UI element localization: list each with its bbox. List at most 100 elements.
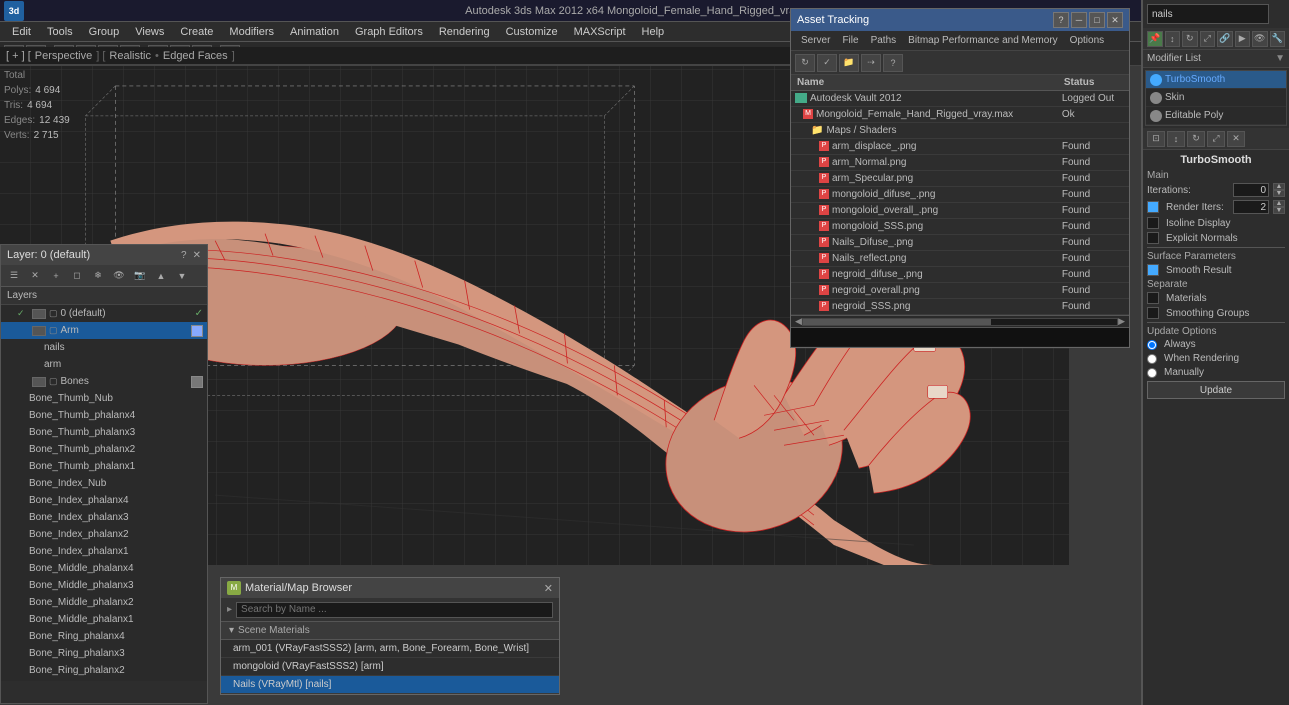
asset-row-arm-specular[interactable]: Parm_Specular.png Found — [791, 171, 1129, 187]
menu-modifiers[interactable]: Modifiers — [221, 24, 282, 40]
layer-item-bone-ring-p1[interactable]: Bone_Ring_phalanx1 — [1, 679, 207, 681]
material-browser-close[interactable]: ✕ — [544, 582, 553, 595]
asset-row-vault[interactable]: Autodesk Vault 2012 Logged Out — [791, 91, 1129, 107]
asset-maximize-button[interactable]: □ — [1089, 12, 1105, 28]
scroll-track[interactable] — [802, 318, 1118, 326]
asset-tb-refresh[interactable]: ↻ — [795, 54, 815, 72]
menu-graph-editors[interactable]: Graph Editors — [347, 24, 431, 40]
ts-iterations-down[interactable]: ▼ — [1273, 190, 1285, 197]
modifier-turbosmooth[interactable]: TurboSmooth — [1146, 71, 1286, 89]
layer-vis-bones[interactable] — [32, 377, 46, 387]
modifier-dropdown-arrow[interactable]: ▼ — [1275, 53, 1285, 64]
layer-item-bone-index-p4[interactable]: Bone_Index_phalanx4 — [1, 492, 207, 509]
asset-tb-check[interactable]: ✓ — [817, 54, 837, 72]
viewport-shading[interactable]: Realistic — [109, 50, 151, 62]
asset-row-negroid-overall[interactable]: Pnegroid_overall.png Found — [791, 283, 1129, 299]
layers-close-button[interactable]: ✕ — [193, 250, 201, 261]
layer-item-0-default[interactable]: ✓ ▢ 0 (default) ✓ — [1, 305, 207, 322]
menu-help[interactable]: Help — [634, 24, 673, 40]
layer-item-arm[interactable]: ▢ Arm — [1, 322, 207, 339]
asset-help-button[interactable]: ? — [1053, 12, 1069, 28]
layer-add-button[interactable]: + — [47, 268, 65, 284]
layer-item-bone-index-nub[interactable]: Bone_Index_Nub — [1, 475, 207, 492]
ts-render-iters-up[interactable]: ▲ — [1273, 200, 1285, 207]
asset-row-maps-folder[interactable]: 📁Maps / Shaders — [791, 123, 1129, 139]
material-item-mongoloid[interactable]: mongoloid (VRayFastSSS2) [arm] — [221, 658, 559, 676]
menu-rendering[interactable]: Rendering — [431, 24, 498, 40]
layers-list[interactable]: ✓ ▢ 0 (default) ✓ ▢ Arm nails arm ▢ — [1, 305, 207, 681]
right-icon-scale[interactable]: ⤢ — [1200, 31, 1216, 47]
mod-subtool-4[interactable]: ⤢ — [1207, 131, 1225, 147]
menu-maxscript[interactable]: MAXScript — [566, 24, 634, 40]
asset-row-max-file[interactable]: MMongoloid_Female_Hand_Rigged_vray.max O… — [791, 107, 1129, 123]
ts-explicit-checkbox[interactable] — [1147, 232, 1159, 244]
asset-row-mongoloid-sss[interactable]: Pmongoloid_SSS.png Found — [791, 219, 1129, 235]
layer-delete-button[interactable]: ✕ — [26, 268, 44, 284]
layer-item-bone-ring-p2[interactable]: Bone_Ring_phalanx2 — [1, 662, 207, 679]
layer-item-bone-thumb-p3[interactable]: Bone_Thumb_phalanx3 — [1, 424, 207, 441]
menu-tools[interactable]: Tools — [39, 24, 81, 40]
asset-menu-file[interactable]: File — [836, 33, 864, 48]
ts-isoline-checkbox[interactable] — [1147, 217, 1159, 229]
right-icon-display[interactable]: 👁 — [1252, 31, 1268, 47]
asset-path-input[interactable] — [791, 328, 1129, 346]
layer-item-bone-thumb-p2[interactable]: Bone_Thumb_phalanx2 — [1, 441, 207, 458]
modifier-editable-poly[interactable]: Editable Poly — [1146, 107, 1286, 125]
right-icon-pin[interactable]: 📌 — [1147, 31, 1163, 47]
layer-item-bone-ring-p3[interactable]: Bone_Ring_phalanx3 — [1, 645, 207, 662]
mod-subtool-3[interactable]: ↻ — [1187, 131, 1205, 147]
asset-close-button[interactable]: ✕ — [1107, 12, 1123, 28]
material-search-input[interactable] — [236, 602, 553, 618]
layer-freeze-button[interactable]: ❄ — [89, 268, 107, 284]
right-icon-utility[interactable]: 🔧 — [1270, 31, 1286, 47]
layers-help-button[interactable]: ? — [181, 250, 187, 261]
col-name[interactable]: Name — [791, 75, 1058, 91]
layer-item-bone-ring-p4[interactable]: Bone_Ring_phalanx4 — [1, 628, 207, 645]
ts-iterations-up[interactable]: ▲ — [1273, 183, 1285, 190]
ts-smooth-result-checkbox[interactable] — [1147, 264, 1159, 276]
layer-vis-arm[interactable] — [32, 326, 46, 336]
layer-item-bone-middle-p4[interactable]: Bone_Middle_phalanx4 — [1, 560, 207, 577]
material-item-nails[interactable]: Nails (VRayMtl) [nails] — [221, 676, 559, 694]
asset-minimize-button[interactable]: ─ — [1071, 12, 1087, 28]
asset-tb-help[interactable]: ? — [883, 54, 903, 72]
material-item-arm[interactable]: arm_001 (VRayFastSSS2) [arm, arm, Bone_F… — [221, 640, 559, 658]
ts-update-button[interactable]: Update — [1147, 381, 1285, 399]
viewport-edged[interactable]: Edged Faces — [163, 50, 228, 62]
asset-tb-merge[interactable]: ⇢ — [861, 54, 881, 72]
menu-create[interactable]: Create — [172, 24, 221, 40]
layer-vis-0[interactable] — [32, 309, 46, 319]
ts-render-iters-checkbox[interactable] — [1147, 201, 1159, 213]
layer-item-bone-middle-p3[interactable]: Bone_Middle_phalanx3 — [1, 577, 207, 594]
ts-render-iters-down[interactable]: ▼ — [1273, 207, 1285, 214]
menu-customize[interactable]: Customize — [498, 24, 566, 40]
scroll-thumb[interactable] — [803, 319, 991, 325]
menu-views[interactable]: Views — [127, 24, 172, 40]
asset-menu-paths[interactable]: Paths — [865, 33, 903, 48]
scroll-left-arrow[interactable]: ◀ — [795, 316, 802, 327]
layer-item-bone-middle-p1[interactable]: Bone_Middle_phalanx1 — [1, 611, 207, 628]
modifier-search-input[interactable] — [1147, 4, 1269, 24]
ts-materials-checkbox[interactable] — [1147, 292, 1159, 304]
layer-item-bones[interactable]: ▢ Bones — [1, 373, 207, 390]
layer-item-bone-middle-p2[interactable]: Bone_Middle_phalanx2 — [1, 594, 207, 611]
ts-always-radio[interactable] — [1147, 340, 1157, 350]
asset-menu-options[interactable]: Options — [1064, 33, 1110, 48]
viewport-type[interactable]: Perspective — [35, 50, 92, 62]
asset-row-mongoloid-overall[interactable]: Pmongoloid_overall_.png Found — [791, 203, 1129, 219]
scroll-right-arrow[interactable]: ▶ — [1118, 316, 1125, 327]
layer-up-button[interactable]: ▲ — [152, 268, 170, 284]
menu-group[interactable]: Group — [81, 24, 128, 40]
layer-item-bone-index-p2[interactable]: Bone_Index_phalanx2 — [1, 526, 207, 543]
section-collapse-icon[interactable]: ▾ — [229, 625, 234, 636]
asset-row-arm-displace[interactable]: Parm_displace_.png Found — [791, 139, 1129, 155]
layer-new-button[interactable]: ☰ — [5, 268, 23, 284]
ts-manually-radio[interactable] — [1147, 368, 1157, 378]
asset-tb-explore[interactable]: 📁 — [839, 54, 859, 72]
mod-subtool-2[interactable]: ↕ — [1167, 131, 1185, 147]
menu-edit[interactable]: Edit — [4, 24, 39, 40]
layer-item-bone-index-p3[interactable]: Bone_Index_phalanx3 — [1, 509, 207, 526]
asset-row-arm-normal[interactable]: Parm_Normal.png Found — [791, 155, 1129, 171]
ts-render-iters-input[interactable] — [1233, 200, 1269, 214]
right-icon-motion[interactable]: ▶ — [1235, 31, 1251, 47]
